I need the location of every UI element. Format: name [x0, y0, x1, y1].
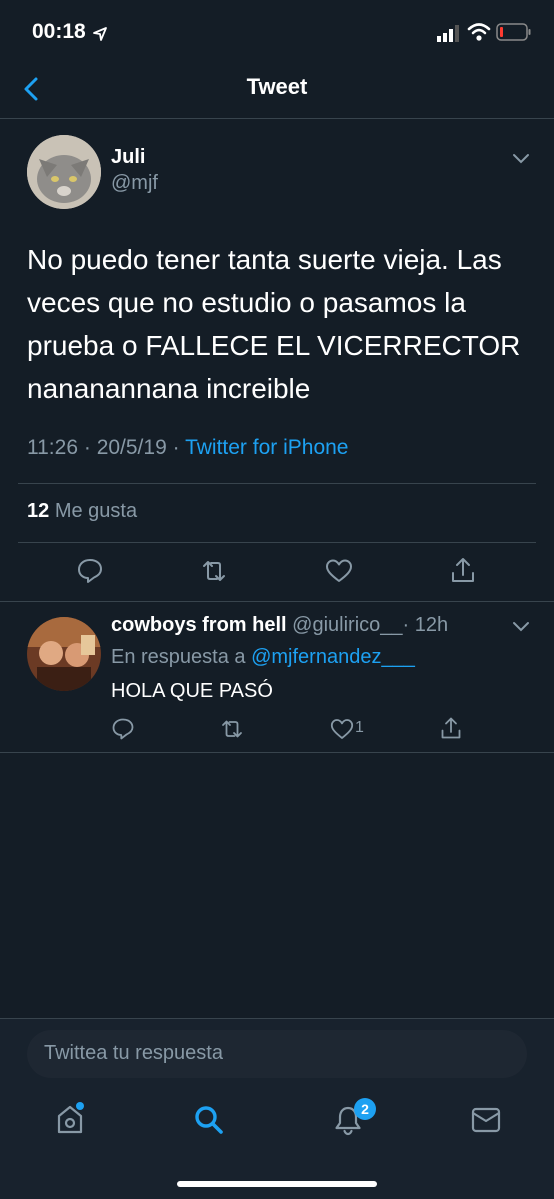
tweet-meta: 11:26 · 20/5/19 · Twitter for iPhone — [27, 436, 348, 460]
wifi-icon — [467, 23, 491, 41]
likes-divider — [18, 542, 536, 543]
reply-chevron-down-icon[interactable] — [511, 620, 531, 634]
reply-avatar-image — [27, 617, 101, 691]
likes-label: Me gusta — [54, 500, 138, 522]
reply-like-count: 1 — [355, 719, 364, 736]
avatar[interactable] — [27, 135, 101, 209]
home-icon[interactable] — [55, 1102, 87, 1136]
home-indicator — [177, 1181, 377, 1187]
notifications-badge: 2 — [354, 1098, 376, 1120]
in-reply-prefix: En respuesta a — [111, 646, 246, 668]
reply-share-icon[interactable] — [439, 715, 463, 741]
status-time: 00:18 — [32, 20, 86, 43]
heart-icon[interactable] — [325, 557, 353, 585]
meta-separator-2: · — [172, 436, 180, 459]
in-reply-handle-link[interactable]: @mjfernandez___ — [251, 646, 415, 668]
share-icon[interactable] — [449, 555, 477, 585]
reply-retweet-icon[interactable] — [219, 717, 245, 741]
reply-divider — [0, 752, 554, 753]
actions-divider — [0, 601, 554, 602]
chevron-down-icon[interactable] — [511, 152, 531, 166]
tweet-date: 20/5/19 — [96, 436, 167, 459]
reply-author-handle[interactable]: @giulirico__ — [292, 614, 402, 636]
reply-separator: · — [402, 614, 410, 636]
meta-divider — [18, 483, 536, 484]
in-reply-to: En respuesta a @mjfernandez___ — [111, 646, 415, 669]
battery-icon — [496, 23, 531, 41]
header-divider — [0, 118, 554, 119]
messages-mail-icon[interactable] — [470, 1106, 502, 1134]
reply-time: 12h — [414, 614, 449, 636]
reply-icon[interactable] — [76, 557, 104, 585]
likes-summary[interactable]: 12 Me gusta — [27, 500, 137, 523]
reply-heart-icon[interactable] — [330, 717, 354, 741]
tweet-text: No puedo tener tanta suerte vieja. Las v… — [27, 244, 521, 404]
cat-avatar-image — [27, 135, 101, 209]
author-handle[interactable]: @mjf — [111, 172, 163, 195]
reply-reply-icon[interactable] — [111, 717, 135, 741]
location-arrow-icon — [93, 27, 107, 41]
likes-count: 12 — [27, 500, 50, 522]
bottom-divider — [0, 1018, 554, 1019]
page-title: Tweet — [246, 74, 308, 99]
meta-separator: · — [83, 436, 91, 459]
reply-avatar[interactable] — [27, 617, 101, 691]
reply-text: HOLA QUE PASÓ — [111, 680, 273, 702]
reply-compose-input[interactable]: Twittea tu respuesta — [27, 1030, 527, 1078]
search-icon[interactable] — [193, 1104, 225, 1136]
tweet-source-link[interactable]: Twitter for iPhone — [185, 436, 348, 459]
retweet-icon[interactable] — [199, 557, 229, 585]
tweet-time: 11:26 — [27, 436, 78, 459]
author-name[interactable]: Juli — [111, 146, 145, 169]
cellular-signal-icon — [437, 25, 459, 42]
reply-author-name[interactable]: cowboys from hell — [111, 614, 287, 636]
reply-header: cowboys from hell @giulirico__· 12h — [111, 614, 448, 637]
